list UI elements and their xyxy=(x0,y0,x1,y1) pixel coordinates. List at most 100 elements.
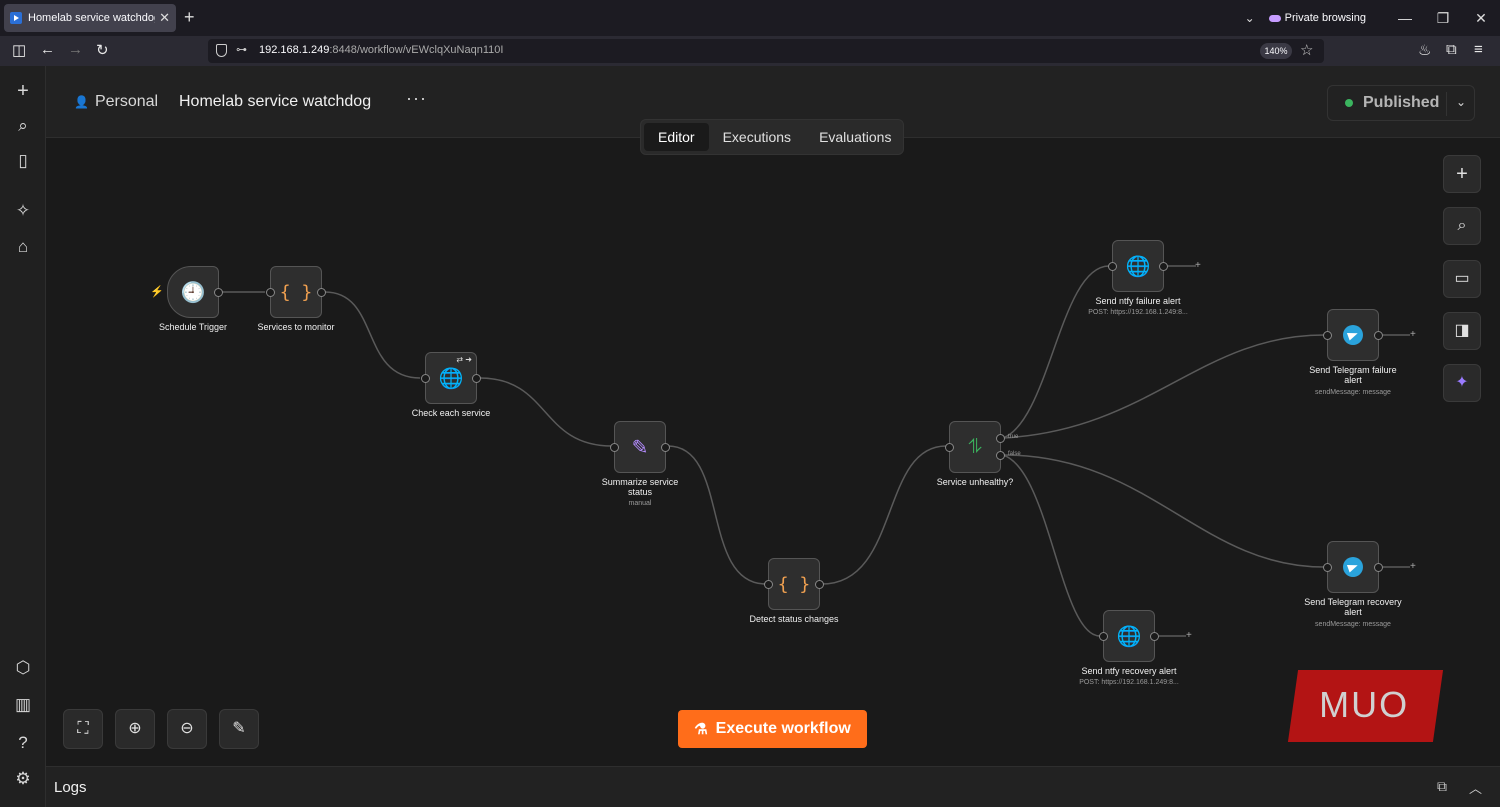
input-port[interactable] xyxy=(421,374,430,383)
insights-chart-icon[interactable]: ▥ xyxy=(0,695,46,715)
minimize-icon[interactable]: — xyxy=(1386,10,1424,26)
input-port[interactable] xyxy=(1099,632,1108,641)
forward-icon[interactable]: → xyxy=(68,41,83,58)
fit-view-icon[interactable]: ⛶ xyxy=(63,709,103,749)
input-port[interactable] xyxy=(1323,563,1332,572)
list-tabs-icon[interactable]: ⌄ xyxy=(1245,11,1255,25)
workflow-more-menu[interactable]: ··· xyxy=(406,88,427,109)
add-node-plus-icon[interactable]: + xyxy=(1410,329,1416,340)
chevron-up-icon[interactable]: ︿ xyxy=(1469,778,1482,797)
node-check-each-service[interactable]: 🌐 ⇄ ➜ xyxy=(421,352,481,404)
node-send-telegram-recovery-alert[interactable] xyxy=(1323,541,1383,593)
output-port[interactable] xyxy=(1159,262,1168,271)
zoom-in-icon[interactable]: ⊕ xyxy=(115,709,155,749)
node-services-to-monitor[interactable]: { } xyxy=(266,266,326,318)
logs-panel-bar[interactable]: Logs ⧉ ︿ xyxy=(46,766,1500,807)
tidy-up-icon[interactable]: ✎ xyxy=(219,709,259,749)
reload-icon[interactable]: ↻ xyxy=(96,41,109,59)
node-label: Check each service xyxy=(411,408,491,418)
add-node-plus-icon[interactable]: + xyxy=(1410,561,1416,572)
false-output-port[interactable] xyxy=(996,451,1005,460)
firefox-account-icon[interactable]: ♨ xyxy=(1418,41,1431,59)
browser-tab[interactable]: Homelab service watchdog ✕ xyxy=(4,4,176,32)
node-schedule-trigger[interactable]: 🕘 xyxy=(167,266,223,318)
search-icon[interactable]: ⌕ xyxy=(0,116,46,136)
restore-icon[interactable]: ❐ xyxy=(1424,10,1462,27)
input-port[interactable] xyxy=(764,580,773,589)
url-host: 192.168.1.249 xyxy=(259,44,330,56)
back-icon[interactable]: ← xyxy=(40,41,55,58)
search-nodes-icon[interactable]: ⌕ xyxy=(1443,207,1481,245)
address-bar[interactable]: ⊶ 192.168.1.249:8448/workflow/vEWclqXuNa… xyxy=(208,39,1324,63)
close-tab-icon[interactable]: ✕ xyxy=(159,10,170,26)
tracking-shield-icon[interactable] xyxy=(216,44,227,57)
sidebar-toggle-icon[interactable]: ◫ xyxy=(12,41,26,59)
chevron-down-icon[interactable]: ⌄ xyxy=(1456,95,1466,109)
execute-workflow-button[interactable]: ⚗ Execute workflow xyxy=(678,710,867,748)
node-detect-status-changes[interactable]: { } xyxy=(764,558,824,610)
toggle-panel-icon[interactable]: ◨ xyxy=(1443,312,1481,350)
pop-out-icon[interactable]: ⧉ xyxy=(1437,778,1447,795)
templates-icon[interactable]: ⬡ xyxy=(0,658,46,678)
ai-assistant-sparkle-icon[interactable]: ✦ xyxy=(1443,364,1481,402)
node-summarize-service-status[interactable]: ✎ xyxy=(610,421,670,473)
output-port[interactable] xyxy=(661,443,670,452)
add-node-button[interactable]: + xyxy=(1443,155,1481,193)
output-port[interactable] xyxy=(1150,632,1159,641)
help-icon[interactable]: ? xyxy=(0,733,46,753)
input-port[interactable] xyxy=(266,288,275,297)
browser-tab-title: Homelab service watchdog xyxy=(28,12,156,24)
sticky-note-icon[interactable]: ▭ xyxy=(1443,260,1481,298)
true-branch-label: true xyxy=(1008,434,1019,440)
node-send-telegram-failure-alert[interactable] xyxy=(1323,309,1383,361)
node-label: Send ntfy recovery alert xyxy=(1081,666,1177,676)
permissions-key-icon[interactable]: ⊶ xyxy=(236,43,247,56)
add-icon[interactable]: + xyxy=(0,80,46,103)
extensions-icon[interactable]: ⧉ xyxy=(1446,41,1457,58)
edit-pencil-icon: ✎ xyxy=(631,436,649,459)
bookmark-star-icon[interactable]: ☆ xyxy=(1300,41,1313,59)
zoom-level-badge[interactable]: 140% xyxy=(1260,43,1292,59)
node-subtitle: POST: https://192.168.1.249:8... xyxy=(1088,309,1188,316)
node-send-ntfy-failure-alert[interactable]: 🌐 xyxy=(1108,240,1168,292)
true-output-port[interactable] xyxy=(996,434,1005,443)
output-port[interactable] xyxy=(472,374,481,383)
tab-evaluations[interactable]: Evaluations xyxy=(805,123,905,151)
add-node-plus-icon[interactable]: + xyxy=(1195,260,1201,271)
node-label: Send Telegram recovery alert xyxy=(1304,597,1402,617)
node-subtitle: manual xyxy=(628,500,652,507)
panel-icon[interactable]: ▯ xyxy=(0,151,46,171)
input-port[interactable] xyxy=(945,443,954,452)
new-tab-icon[interactable]: + xyxy=(184,7,195,28)
node-label: Services to monitor xyxy=(257,322,335,332)
ai-sparkle-icon[interactable]: ✧ xyxy=(0,201,46,221)
add-node-plus-icon[interactable]: + xyxy=(1186,630,1192,641)
settings-gear-icon[interactable]: ⚙ xyxy=(0,769,46,789)
tab-editor[interactable]: Editor xyxy=(644,123,709,151)
view-tabs: Editor Executions Evaluations xyxy=(640,119,904,155)
output-port[interactable] xyxy=(214,288,223,297)
output-port[interactable] xyxy=(317,288,326,297)
workflow-title[interactable]: Homelab service watchdog xyxy=(179,93,371,111)
input-port[interactable] xyxy=(610,443,619,452)
clock-icon: 🕘 xyxy=(180,281,206,304)
output-port[interactable] xyxy=(815,580,824,589)
menu-icon[interactable]: ≡ xyxy=(1474,41,1483,58)
if-branch-icon: ⥮ xyxy=(967,435,983,458)
input-port[interactable] xyxy=(1108,262,1117,271)
zoom-out-icon[interactable]: ⊖ xyxy=(167,709,207,749)
home-icon[interactable]: ⌂ xyxy=(0,237,46,257)
publish-status-button[interactable]: Published ⌄ xyxy=(1327,85,1475,121)
workflow-canvas[interactable] xyxy=(46,138,1500,766)
node-send-ntfy-recovery-alert[interactable]: 🌐 xyxy=(1099,610,1159,662)
project-breadcrumb[interactable]: 👤 Personal xyxy=(74,93,158,111)
input-port[interactable] xyxy=(1323,331,1332,340)
watermark-text: MUO xyxy=(1319,684,1410,725)
node-service-unhealthy[interactable]: ⥮ xyxy=(945,421,1005,473)
browser-tabbar: Homelab service watchdog ✕ + ⌄ Private b… xyxy=(0,0,1500,36)
close-window-icon[interactable]: ✕ xyxy=(1462,10,1500,27)
output-port[interactable] xyxy=(1374,331,1383,340)
url-text[interactable]: 192.168.1.249:8448/workflow/vEWclqXuNaqn… xyxy=(259,44,503,56)
tab-executions[interactable]: Executions xyxy=(709,123,805,151)
output-port[interactable] xyxy=(1374,563,1383,572)
